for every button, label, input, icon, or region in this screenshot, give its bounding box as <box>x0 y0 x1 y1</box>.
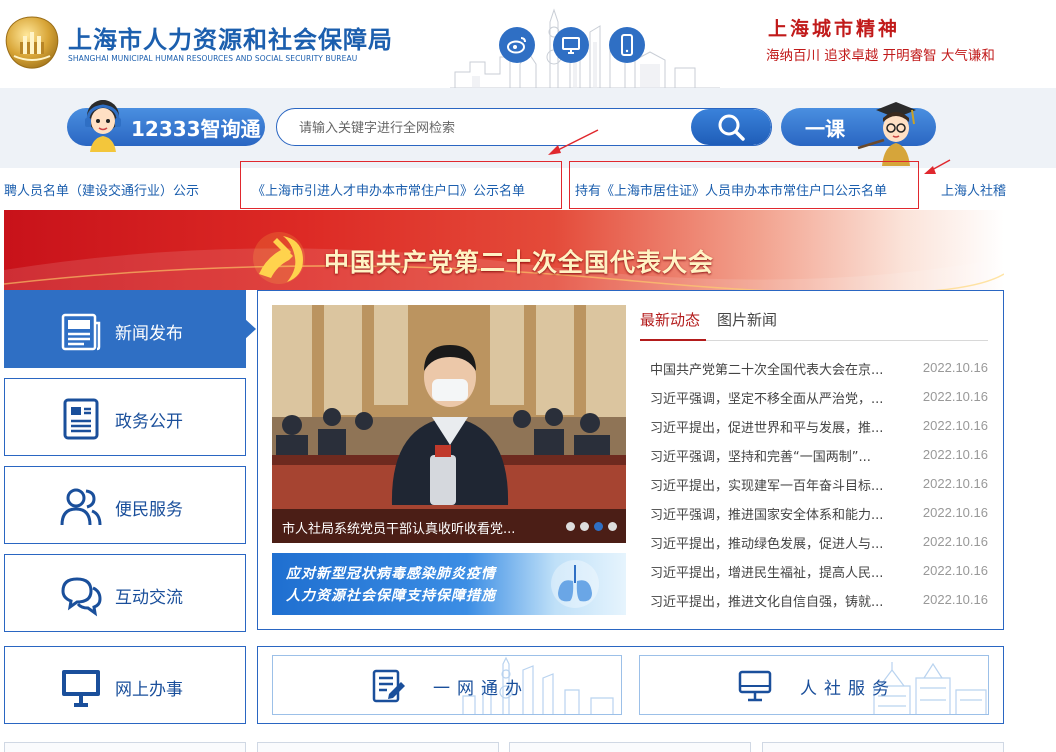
search-icon <box>718 114 745 141</box>
news-date: 2022.10.16 <box>922 418 988 433</box>
assistant-avatar-icon <box>85 100 121 152</box>
lungs-icon <box>551 560 599 608</box>
desktop-icon[interactable] <box>553 27 589 63</box>
nav-online-affairs[interactable]: 网上办事 <box>4 646 246 724</box>
one-stop-service-card[interactable]: 一网通办 <box>272 655 622 715</box>
next-section-tab[interactable] <box>509 742 751 752</box>
news-item[interactable]: 习近平提出，推进文化自信自强，铸就... 2022.10.16 <box>650 591 990 613</box>
slider-dot[interactable] <box>580 522 589 531</box>
slider-dot[interactable] <box>566 522 575 531</box>
news-title[interactable]: 习近平提出，推进文化自信自强，铸就... <box>650 591 904 610</box>
annotation-arrow-icon <box>924 159 951 174</box>
news-item[interactable]: 习近平提出，增进民生福祉，提高人民... 2022.10.16 <box>650 562 990 584</box>
mobile-icon[interactable] <box>609 27 645 63</box>
slider-caption-bar: 市人社局系统党员干部认真收听收看党... <box>272 509 626 543</box>
hr-service-label: 人社服务 <box>800 679 896 699</box>
bureau-emblem-logo[interactable] <box>4 14 60 70</box>
site-search-box <box>276 108 772 146</box>
nav-online-affairs-label: 网上办事 <box>115 680 183 700</box>
news-item[interactable]: 习近平强调，坚定不移全面从严治党，... 2022.10.16 <box>650 388 990 410</box>
marquee-item[interactable]: 上海人社稽 <box>941 180 1006 199</box>
site-subtitle: SHANGHAI MUNICIPAL HUMAN RESOURCES AND S… <box>68 54 358 63</box>
news-date: 2022.10.16 <box>922 505 988 520</box>
active-tab-underline <box>640 339 706 341</box>
nav-news-release[interactable]: 新闻发布 <box>4 290 246 368</box>
tab-latest-news[interactable]: 最新动态 <box>640 309 700 330</box>
site-title[interactable]: 上海市人力资源和社会保障局 <box>68 20 393 55</box>
news-date: 2022.10.16 <box>922 592 988 607</box>
tab-photo-news[interactable]: 图片新闻 <box>717 309 777 330</box>
news-date: 2022.10.16 <box>922 476 988 491</box>
computer-service-icon <box>738 670 772 702</box>
news-date: 2022.10.16 <box>922 447 988 462</box>
party-emblem-icon <box>253 232 305 284</box>
news-date: 2022.10.16 <box>922 389 988 404</box>
nav-interaction[interactable]: 互动交流 <box>4 554 246 632</box>
covid-measures-banner[interactable]: 应对新型冠状病毒感染肺炎疫情 人力资源社会保障支持保障措施 <box>272 553 626 615</box>
one-stop-service-label: 一网通办 <box>433 679 529 699</box>
next-section-tab[interactable] <box>257 742 499 752</box>
next-section-tab[interactable] <box>4 742 246 752</box>
next-section-tab[interactable] <box>762 742 1004 752</box>
nav-public-service-label: 便民服务 <box>115 500 183 520</box>
newspaper-icon <box>61 313 101 351</box>
nav-government-affairs[interactable]: 政务公开 <box>4 378 246 456</box>
teacher-avatar-icon <box>857 102 916 166</box>
form-edit-icon <box>372 669 405 703</box>
city-spirit-title: 上海城市精神 <box>768 18 901 40</box>
nav-public-service[interactable]: 便民服务 <box>4 466 246 544</box>
marquee-item[interactable]: 聘人员名单（建设交通行业）公示 <box>4 180 199 199</box>
news-item[interactable]: 习近平提出，推动绿色发展，促进人与... 2022.10.16 <box>650 533 990 555</box>
covid-banner-line2: 人力资源社会保障支持保障措施 <box>286 588 496 604</box>
nav-news-release-label: 新闻发布 <box>115 324 183 344</box>
news-title[interactable]: 习近平强调，坚持和完善“一国两制”... <box>650 446 904 465</box>
search-button[interactable] <box>691 109 771 145</box>
party-congress-banner[interactable]: 中国共产党第二十次全国代表大会 <box>4 210 1004 290</box>
monitor-icon <box>62 670 100 707</box>
news-title[interactable]: 习近平提出，实现建军一百年奋斗目标... <box>650 475 904 494</box>
news-photo-slider[interactable]: 市人社局系统党员干部认真收听收看党... <box>272 305 626 543</box>
news-item[interactable]: 习近平提出，促进世界和平与发展，推... 2022.10.16 <box>650 417 990 439</box>
news-date: 2022.10.16 <box>922 360 988 375</box>
annotation-arrow-icon <box>548 129 599 155</box>
news-date: 2022.10.16 <box>922 563 988 578</box>
search-input[interactable] <box>277 109 693 145</box>
site-header: 上海市人力资源和社会保障局 SHANGHAI MUNICIPAL HUMAN R… <box>0 0 1056 88</box>
weibo-icon[interactable] <box>499 27 535 63</box>
highlight-box <box>240 161 562 209</box>
news-title[interactable]: 习近平强调，推进国家安全体系和能力... <box>650 504 904 523</box>
highlight-box <box>569 161 919 209</box>
news-tabs: 最新动态 图片新闻 <box>640 305 988 341</box>
smart-assistant-label: 12333智询通 <box>131 116 261 141</box>
news-title[interactable]: 习近平强调，坚定不移全面从严治党，... <box>650 388 904 407</box>
news-title[interactable]: 习近平提出，增进民生福祉，提高人民... <box>650 562 904 581</box>
hr-service-card[interactable]: 人社服务 <box>639 655 989 715</box>
covid-banner-line1: 应对新型冠状病毒感染肺炎疫情 <box>286 566 496 582</box>
meeting-photo <box>272 305 626 543</box>
service-entry-row: 一网通办 人社服务 <box>257 646 1004 724</box>
slider-dot[interactable] <box>608 522 617 531</box>
nav-interaction-label: 互动交流 <box>115 588 183 608</box>
chat-bubbles-icon <box>61 577 102 617</box>
news-title[interactable]: 中国共产党第二十次全国代表大会在京... <box>650 359 904 378</box>
news-date: 2022.10.16 <box>922 534 988 549</box>
active-pointer-icon <box>244 318 256 340</box>
news-panel: 市人社局系统党员干部认真收听收看党... 应对新型冠状病毒感染肺炎疫情 人力资源… <box>257 290 1004 630</box>
people-icon <box>60 488 102 526</box>
city-spirit-words: 海纳百川 追求卓越 开明睿智 大气谦和 <box>766 48 995 64</box>
news-item[interactable]: 习近平提出，实现建军一百年奋斗目标... 2022.10.16 <box>650 475 990 497</box>
yike-course-label: 一课 <box>805 116 845 141</box>
search-band: 12333智询通 一课 <box>0 88 1056 168</box>
news-item[interactable]: 习近平强调，推进国家安全体系和能力... 2022.10.16 <box>650 504 990 526</box>
nav-government-affairs-label: 政务公开 <box>115 412 183 432</box>
news-title[interactable]: 习近平提出，促进世界和平与发展，推... <box>650 417 904 436</box>
news-item[interactable]: 中国共产党第二十次全国代表大会在京... 2022.10.16 <box>650 359 990 381</box>
party-congress-banner-text: 中国共产党第二十次全国代表大会 <box>324 248 715 277</box>
slider-dot-active[interactable] <box>594 522 603 531</box>
slider-caption[interactable]: 市人社局系统党员干部认真收听收看党... <box>282 518 552 537</box>
news-title[interactable]: 习近平提出，推动绿色发展，促进人与... <box>650 533 904 552</box>
document-icon <box>63 398 99 440</box>
news-item[interactable]: 习近平强调，坚持和完善“一国两制”... 2022.10.16 <box>650 446 990 468</box>
